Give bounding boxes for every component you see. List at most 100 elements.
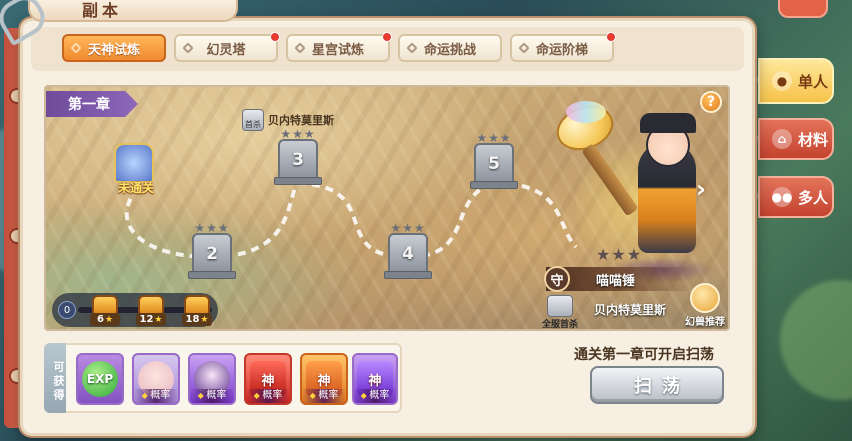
shen-card-label: 神: [317, 373, 331, 389]
exp-orb-icon: EXP: [82, 361, 118, 397]
stage-number: 2: [192, 233, 232, 275]
stage-base: [470, 181, 518, 189]
tab-ornament-icon: [518, 42, 530, 54]
reward-probability-tag: 概率: [246, 389, 290, 403]
tab-phantom-tower[interactable]: 幻灵塔: [174, 32, 280, 62]
first-kill-player-name: 贝内特莫里斯: [268, 114, 334, 127]
shen-card-label: 神: [368, 373, 382, 389]
tab-label: 幻灵塔: [206, 42, 246, 58]
chapter-label: 第一章: [46, 91, 138, 117]
stage-stars-icon: ★★★: [194, 221, 230, 235]
stage-base: [188, 271, 236, 279]
stage-number: 4: [388, 233, 428, 275]
stage-base: [384, 271, 432, 279]
tab-ornament-icon: [406, 42, 418, 54]
notification-dot: [270, 32, 280, 42]
tab-label: 天神试炼: [87, 42, 140, 58]
notification-dot: [606, 32, 616, 42]
tab-fate-ladder[interactable]: 命运阶梯: [510, 32, 616, 62]
stage-2[interactable]: ★★★ 2: [188, 221, 236, 281]
tab-ornament-icon: [70, 42, 82, 54]
tab-ornament-icon: [182, 42, 194, 54]
side-tab-multiplayer[interactable]: ●● 多人: [758, 176, 834, 218]
stage-status-label: 未通关: [117, 181, 154, 195]
next-chapter-arrow-icon[interactable]: ›: [696, 175, 722, 203]
pet-recommend-label: 幻兽推荐: [685, 317, 725, 328]
first-kill-badge-icon: 首杀: [242, 109, 264, 131]
person-icon: ●: [772, 71, 792, 91]
possible-rewards: 可获得 EXP 概率 概率 神 概率 神 概率 神 概率: [44, 343, 402, 413]
rewards-label: 可获得: [44, 343, 66, 413]
star-progress-count: 0: [58, 301, 76, 319]
group-icon: ●●: [772, 187, 792, 207]
boss-hat: [640, 113, 696, 133]
side-tab-materials[interactable]: ⌂ 材料: [758, 118, 834, 160]
portal-gate-icon: [114, 143, 154, 183]
panel-title-ribbon: 副本: [28, 0, 238, 22]
panel-title: 副本: [82, 1, 123, 20]
stage-1-current[interactable]: 未通关: [108, 139, 160, 199]
reward-probability-tag: 概率: [354, 389, 396, 403]
chest-requirement: 6 ★: [90, 313, 120, 326]
tab-label: 命运挑战: [423, 42, 476, 58]
chest-requirement: 18 ★: [182, 313, 212, 326]
tab-fate-challenge[interactable]: 命运挑战: [398, 34, 502, 62]
notification-dot: [382, 32, 392, 42]
stage-number: 3: [278, 139, 318, 181]
sweep-button[interactable]: 扫荡: [590, 366, 724, 404]
side-tab-multiplayer-label: 多人: [798, 188, 829, 207]
star-chest-1[interactable]: 6 ★: [88, 293, 122, 327]
side-tab-solo[interactable]: ● 单人: [758, 58, 834, 104]
guard-badge-icon: 守: [544, 266, 570, 292]
star-chest-3[interactable]: 18 ★: [180, 293, 214, 327]
reward-character-2[interactable]: 概率: [188, 353, 236, 405]
stage-number: 5: [474, 143, 514, 185]
side-tab-materials-label: 材料: [798, 130, 829, 149]
server-first-kill: 全服首杀: [538, 295, 582, 330]
reward-shen-card-orange[interactable]: 神 概率: [300, 353, 348, 405]
material-bag-icon: ⌂: [772, 129, 792, 149]
side-tab-solo-label: 单人: [798, 72, 829, 91]
reward-exp[interactable]: EXP: [76, 353, 124, 405]
reward-character-1[interactable]: 概率: [132, 353, 180, 405]
chest-icon: [138, 295, 164, 315]
tab-label: 星宫试炼: [311, 42, 364, 58]
top-right-ribbon: [778, 0, 828, 18]
pet-recommend-button[interactable]: 幻兽推荐: [680, 283, 728, 328]
stage-3[interactable]: ★★★ 3: [274, 127, 322, 187]
reward-probability-tag: 概率: [302, 389, 346, 403]
boss-stars-icon: ★★★: [596, 245, 643, 264]
pet-icon: [690, 283, 720, 313]
boss-name: 喵喵锤: [596, 273, 636, 289]
tab-star-palace-trial[interactable]: 星宫试炼: [286, 32, 392, 62]
chapter-map: 第一章 ? 首杀 贝内特莫里斯 未通关 ★★★ 2 ★★★ 3 ★★★ 4 ★★…: [44, 85, 730, 331]
tab-ornament-icon: [294, 42, 306, 54]
star-progress: 0 6 ★ 12 ★ 18 ★: [52, 293, 218, 327]
tab-divine-trial[interactable]: 天神试炼: [62, 34, 166, 62]
exp-label: EXP: [86, 372, 114, 386]
chest-icon: [184, 295, 210, 315]
reward-probability-tag: 概率: [134, 389, 178, 403]
stage-5[interactable]: ★★★ 5: [470, 131, 518, 191]
server-first-kill-label: 全服首杀: [541, 320, 578, 330]
shen-card-label: 神: [261, 373, 275, 389]
chest-icon: [92, 295, 118, 315]
reward-shen-card-red[interactable]: 神 概率: [244, 353, 292, 405]
server-first-kill-player: 贝内特莫里斯: [594, 303, 667, 317]
hammer-swirl: [566, 101, 606, 123]
stage-stars-icon: ★★★: [476, 131, 512, 145]
background-glow: [780, 280, 852, 400]
mode-tabs: 天神试炼 幻灵塔 星宫试炼 命运挑战 命运阶梯: [62, 32, 616, 62]
stage-stars-icon: ★★★: [390, 221, 426, 235]
tab-label: 命运阶梯: [535, 42, 588, 58]
chest-requirement: 12 ★: [136, 313, 166, 326]
sweep-unlock-hint: 通关第一章可开启扫荡: [574, 347, 714, 363]
boss-name-bar: 守 喵喵锤: [544, 266, 696, 292]
stage-4[interactable]: ★★★ 4: [384, 221, 432, 281]
stage-stars-icon: ★★★: [280, 127, 316, 141]
star-chest-2[interactable]: 12 ★: [134, 293, 168, 327]
reward-shen-card-purple[interactable]: 神 概率: [352, 353, 398, 405]
server-first-kill-badge-icon: [547, 295, 573, 317]
reward-probability-tag: 概率: [190, 389, 234, 403]
stage-base: [274, 177, 322, 185]
